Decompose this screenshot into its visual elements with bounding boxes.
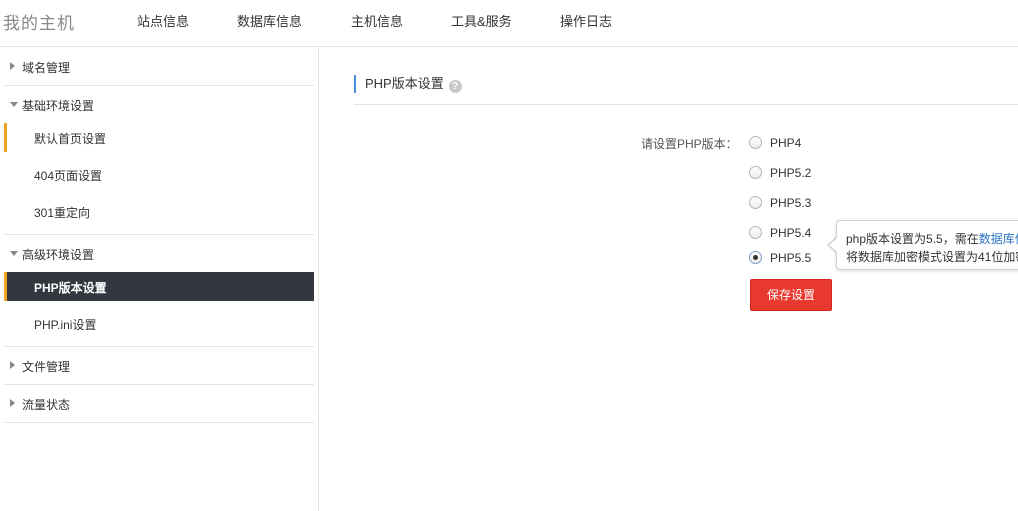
sidebar-item-label: 301重定向 (34, 206, 91, 220)
sidebar-item-php-ini[interactable]: PHP.ini设置 (4, 309, 314, 338)
radio-button[interactable] (749, 226, 762, 239)
sidebar-item-label: 404页面设置 (34, 169, 103, 183)
brand-title[interactable]: 我的主机 (3, 9, 75, 34)
save-button[interactable]: 保存设置 (750, 279, 832, 311)
sidebar-group-advanced-env[interactable]: 高级环境设置 (4, 235, 314, 273)
radio-button-checked[interactable] (749, 251, 762, 264)
section-title: PHP版本设置? (354, 75, 462, 93)
php-tooltip: php版本设置为5.5，需在数据库信息 将数据库加密模式设置为41位加密 (836, 220, 1018, 270)
radio-label: PHP5.5 (770, 251, 812, 265)
radio-label: PHP5.2 (770, 166, 812, 180)
sidebar-group-label: 基础环境设置 (22, 99, 95, 113)
sidebar-group-label: 域名管理 (22, 61, 71, 75)
sidebar-group-traffic-status[interactable]: 流量状态 (4, 385, 314, 423)
radio-label: PHP5.3 (770, 196, 812, 210)
sidebar-item-label: 默认首页设置 (34, 132, 107, 146)
sidebar-item-php-version[interactable]: PHP版本设置 (4, 272, 314, 301)
caret-right-icon (10, 62, 15, 70)
radio-button[interactable] (749, 196, 762, 209)
sidebar-item-label: PHP版本设置 (34, 281, 107, 295)
sidebar-group-label: 文件管理 (22, 360, 71, 374)
nav-host-info[interactable]: 主机信息 (351, 11, 403, 30)
sidebar-item-label: PHP.ini设置 (34, 318, 97, 332)
radio-label: PHP5.4 (770, 226, 812, 240)
nav-database-info[interactable]: 数据库信息 (237, 11, 302, 30)
sidebar-group-file-manage[interactable]: 文件管理 (4, 347, 314, 385)
php-version-label: 请设置PHP版本： (641, 137, 738, 151)
radio-button[interactable] (749, 166, 762, 179)
sidebar-item-404-page[interactable]: 404页面设置 (4, 160, 314, 189)
section-divider (354, 104, 1018, 105)
caret-down-icon (10, 102, 18, 107)
caret-right-icon (10, 361, 15, 369)
section-title-text: PHP版本设置 (365, 76, 444, 91)
tooltip-line-2: 将数据库加密模式设置为41位加密 (846, 250, 1018, 264)
top-navbar: 我的主机 站点信息 数据库信息 主机信息 工具&服务 操作日志 (0, 0, 1018, 47)
sidebar-group-basic-env[interactable]: 基础环境设置 (4, 86, 314, 124)
sidebar-item-301-redirect[interactable]: 301重定向 (4, 197, 314, 226)
tooltip-line-1: php版本设置为5.5，需在数据库信息 (846, 230, 1018, 247)
question-circle-icon[interactable]: ? (448, 80, 462, 93)
sidebar-group-label: 高级环境设置 (22, 248, 95, 262)
caret-right-icon (10, 399, 15, 407)
tooltip-arrow-inner (829, 238, 837, 252)
tooltip-database-link[interactable]: 数据库信息 (979, 232, 1018, 246)
sidebar-group-domain[interactable]: 域名管理 (4, 48, 314, 86)
caret-down-icon (10, 251, 18, 256)
tooltip-text: php版本设置为5.5，需在 (846, 232, 979, 246)
sidebar-item-default-index[interactable]: 默认首页设置 (4, 123, 314, 152)
radio-label: PHP4 (770, 136, 802, 150)
nav-site-info[interactable]: 站点信息 (137, 11, 189, 30)
nav-operation-log[interactable]: 操作日志 (560, 11, 612, 30)
radio-button[interactable] (749, 136, 762, 149)
sidebar-group-label: 流量状态 (22, 398, 71, 412)
nav-tools-services[interactable]: 工具&服务 (451, 11, 512, 30)
